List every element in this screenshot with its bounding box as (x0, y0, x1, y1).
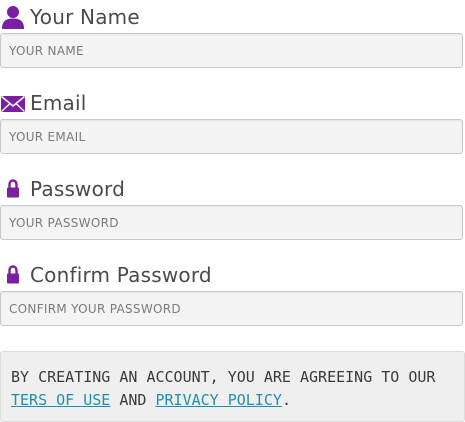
terms-of-use-link[interactable]: TERS OF USE (11, 391, 110, 409)
terms-notice-text: BY CREATING AN ACCOUNT, YOU ARE AGREEING… (11, 368, 436, 386)
name-input[interactable] (0, 33, 463, 68)
privacy-policy-link[interactable]: PRIVACY POLICY (156, 391, 282, 409)
password-input[interactable] (0, 205, 463, 240)
password-label: Password (30, 177, 126, 201)
email-input[interactable] (0, 119, 463, 154)
envelope-icon (0, 90, 28, 116)
email-label: Email (30, 91, 87, 115)
lock-icon (0, 176, 28, 202)
period-text: . (281, 391, 291, 409)
password-label-row: Password (0, 174, 125, 204)
user-icon (0, 4, 28, 30)
email-label-row: Email (0, 88, 87, 118)
confirm-password-input[interactable] (0, 291, 463, 326)
terms-notice: BY CREATING AN ACCOUNT, YOU ARE AGREEING… (0, 351, 465, 422)
lock-icon (0, 262, 28, 288)
name-label-row: Your Name (0, 2, 140, 32)
confirm-password-label: Confirm Password (30, 263, 212, 287)
confirm-password-label-row: Confirm Password (0, 260, 212, 290)
name-label: Your Name (30, 5, 140, 29)
and-text: AND (119, 391, 147, 409)
